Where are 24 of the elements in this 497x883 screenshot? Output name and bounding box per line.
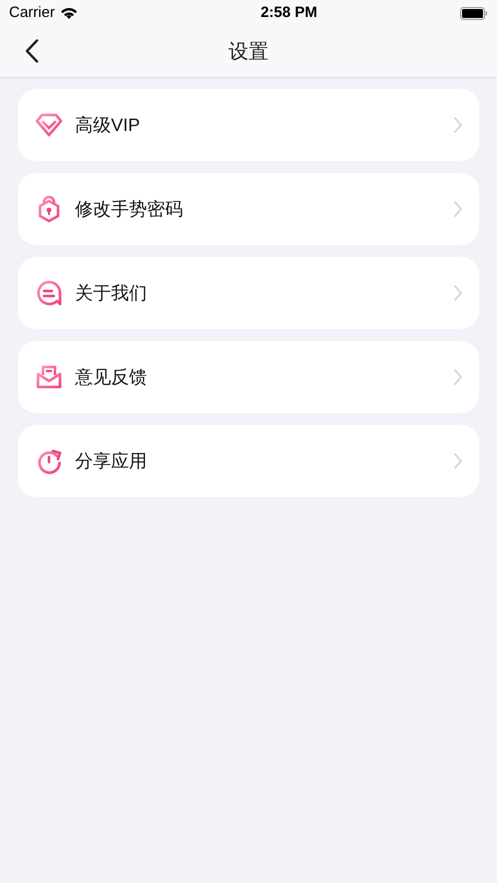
item-label: 意见反馈 — [75, 366, 148, 388]
chevron-icon — [453, 452, 463, 470]
item-label: 修改手势密码 — [75, 198, 184, 220]
chevron-icon — [453, 200, 463, 218]
chevron-icon — [453, 284, 463, 302]
item-label: 关于我们 — [75, 282, 148, 304]
settings-item[interactable]: 意见反馈 — [18, 341, 479, 413]
carrier-label: Carrier — [9, 2, 55, 23]
settings-item[interactable]: 高级VIP — [18, 89, 479, 161]
chevron-icon — [453, 116, 463, 134]
page-title: 设置 — [228, 40, 268, 64]
item-label: 分享应用 — [75, 450, 148, 472]
status-time: 2:58 PM — [260, 2, 318, 23]
battery-icon — [460, 6, 488, 20]
settings-item[interactable]: 关于我们 — [18, 257, 479, 329]
diamond-icon — [35, 111, 63, 139]
wifi-icon — [60, 6, 78, 20]
item-label: 高级VIP — [75, 114, 142, 136]
settings-item[interactable]: 分享应用 — [18, 425, 479, 497]
circular-arrow-icon — [35, 447, 63, 475]
settings-item[interactable]: 修改手势密码 — [18, 173, 479, 245]
envelope-icon — [35, 363, 63, 391]
chevron-icon — [453, 368, 463, 386]
chat-bubble-icon — [35, 279, 63, 307]
